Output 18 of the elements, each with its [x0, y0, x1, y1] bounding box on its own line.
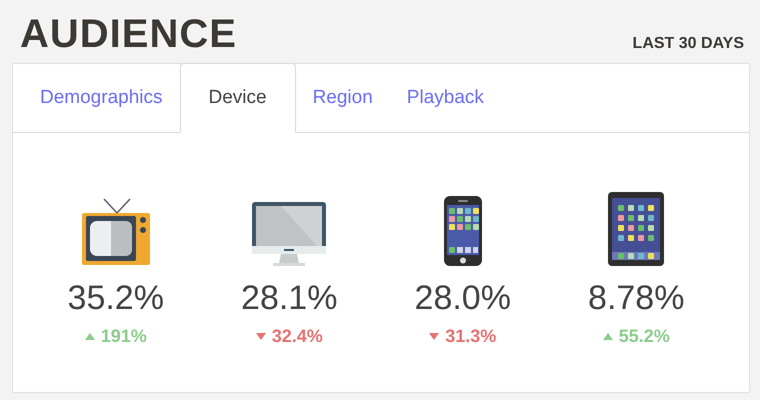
tab[interactable]: Device — [180, 63, 296, 133]
share-value: 28.0% — [414, 279, 511, 318]
change-value: 31.3% — [445, 326, 496, 347]
share-value: 28.1% — [241, 279, 338, 318]
tab[interactable]: Playback — [390, 63, 501, 133]
monitor-icon — [251, 201, 328, 267]
change-value: 191% — [100, 326, 147, 347]
page-title: AUDIENCE — [20, 12, 237, 57]
tab[interactable]: Demographics — [23, 63, 180, 133]
change-value: 32.4% — [272, 326, 323, 347]
television-icon — [80, 197, 152, 267]
tab[interactable]: Region — [296, 63, 390, 133]
change-value: 55.2% — [618, 326, 670, 347]
share-value: 8.78% — [588, 279, 684, 318]
smartphone-icon — [442, 195, 483, 267]
period-label: LAST 30 DAYS — [632, 35, 744, 54]
tablet-icon — [607, 191, 666, 267]
share-value: 35.2% — [68, 279, 164, 318]
